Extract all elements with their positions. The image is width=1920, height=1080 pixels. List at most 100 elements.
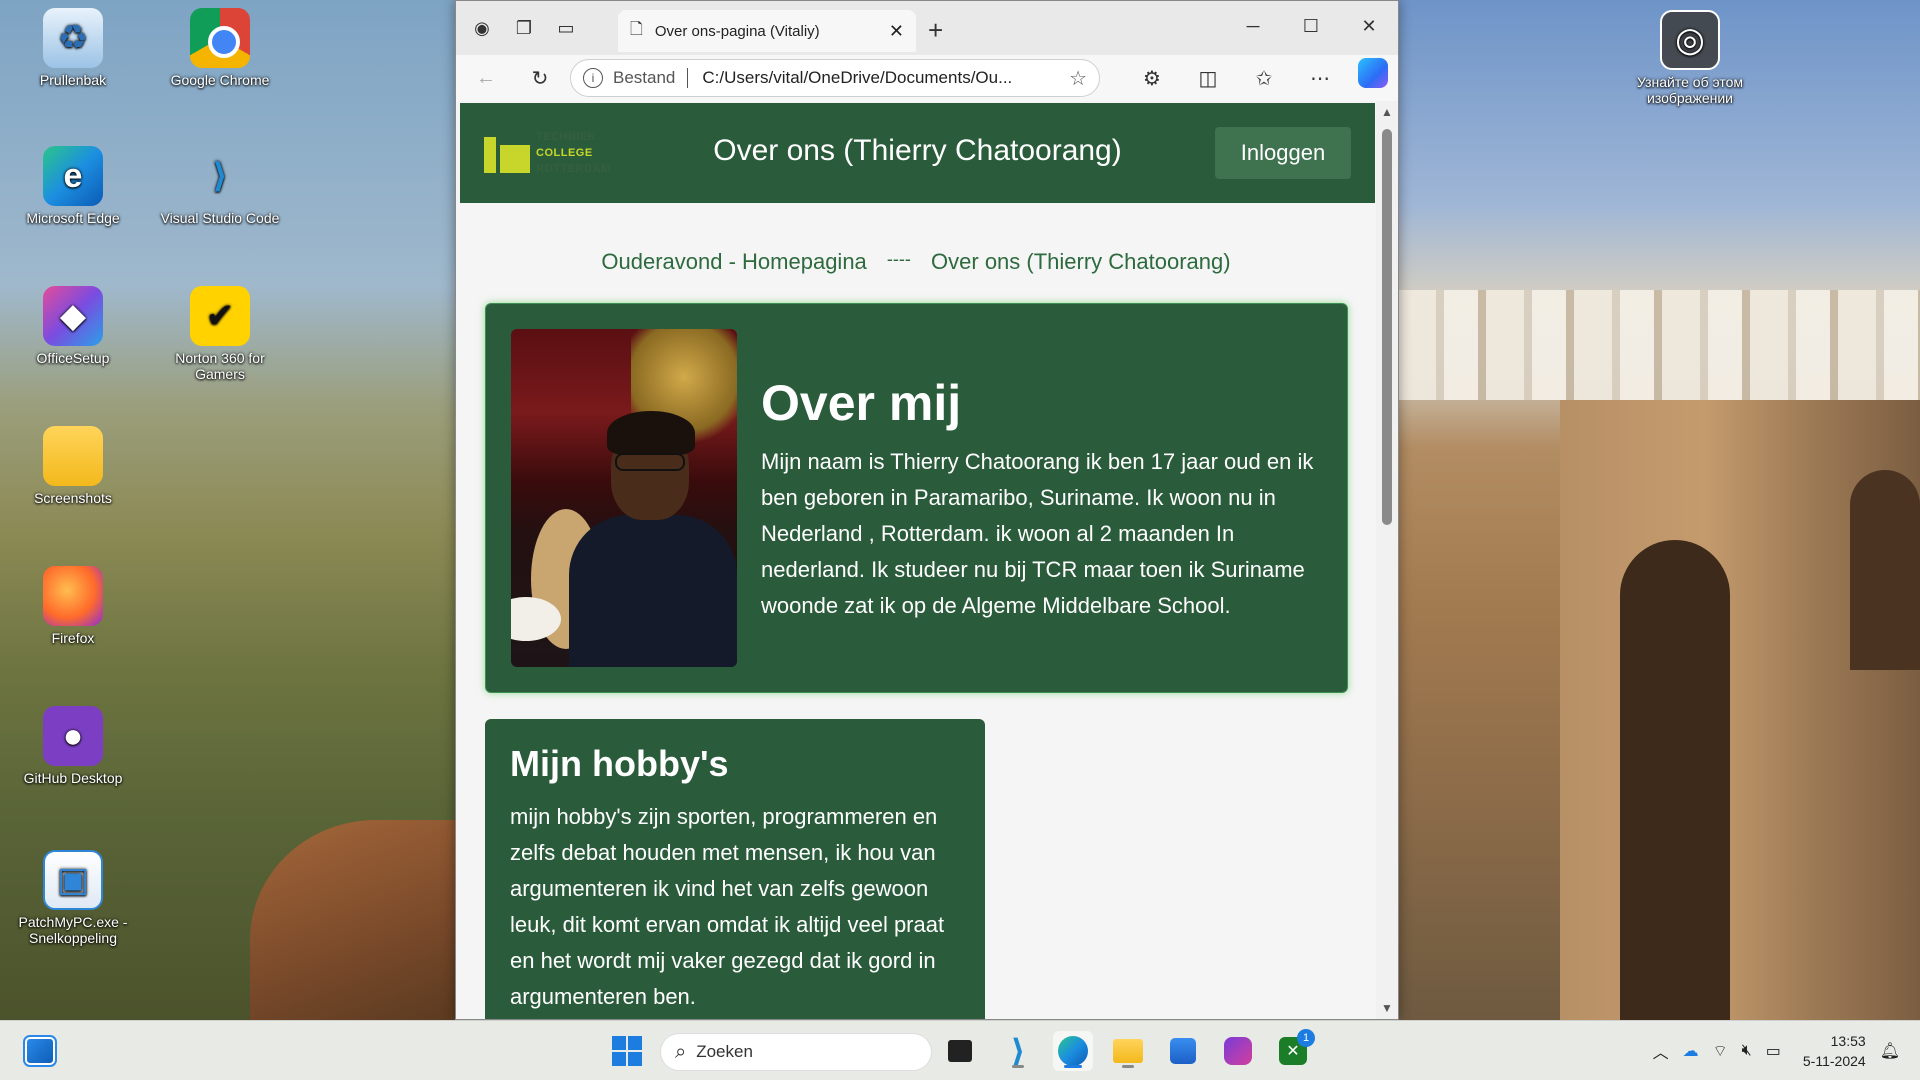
- start-button[interactable]: [607, 1031, 647, 1071]
- breadcrumb-separator: ----: [886, 249, 911, 269]
- url-text[interactable]: C:/Users/vital/OneDrive/Documents/Ou...: [702, 68, 1012, 88]
- split-screen-icon[interactable]: ◫: [1188, 58, 1228, 98]
- taskbar-app-photos[interactable]: [1218, 1031, 1258, 1071]
- breadcrumb: Ouderavond - Homepagina ---- Over ons (T…: [456, 249, 1376, 275]
- chrome-icon: [190, 8, 250, 68]
- extensions-icon[interactable]: ⚙: [1132, 58, 1172, 98]
- camera-lens-icon: ◎: [1660, 10, 1720, 70]
- scroll-down-arrow-icon[interactable]: ▼: [1381, 1001, 1393, 1015]
- taskbar-app-store[interactable]: [1163, 1031, 1203, 1071]
- new-tab-button[interactable]: +: [928, 15, 943, 46]
- desktop-icon-firefox[interactable]: Firefox: [3, 566, 143, 646]
- tab-title: Over ons-pagina (Vitaliy): [654, 22, 820, 40]
- notifications-icon[interactable]: 🔔︎: [1880, 1041, 1900, 1061]
- minimize-button[interactable]: ─: [1224, 1, 1282, 51]
- tab-actions-icon[interactable]: ▭: [550, 12, 582, 44]
- desktop-icon-patchmypc[interactable]: ▣ PatchMyPC.exe - Snelkoppeling: [3, 850, 143, 946]
- wallpaper-bridge-arch: [1620, 540, 1730, 1020]
- window-controls: ─ ☐ ✕: [1224, 1, 1398, 51]
- maximize-button[interactable]: ☐: [1282, 1, 1340, 51]
- hobby-text: mijn hobby's zijn sporten, programmeren …: [510, 804, 945, 1009]
- hobby-heading: Mijn hobby's: [510, 743, 729, 784]
- volume-muted-icon[interactable]: 🔇︎: [1742, 1042, 1752, 1060]
- login-button[interactable]: Inloggen: [1215, 127, 1351, 179]
- more-options-icon[interactable]: ⋯: [1300, 58, 1340, 98]
- clock[interactable]: 13:53 5-11-2024: [1803, 1031, 1866, 1071]
- desktop-icon-screenshots[interactable]: Screenshots: [3, 426, 143, 506]
- wallpaper-bridge-arch: [1850, 470, 1920, 670]
- norton-icon: ✔: [190, 286, 250, 346]
- widgets-button[interactable]: [20, 1031, 60, 1071]
- desktop-icon-image-info[interactable]: ◎ Узнайте об этом изображении: [1620, 10, 1760, 106]
- widgets-icon: [23, 1035, 57, 1067]
- onedrive-cloud-icon[interactable]: ☁: [1683, 1041, 1699, 1061]
- desktop-icon-label: OfficeSetup: [36, 350, 110, 366]
- desktop-icon-officesetup[interactable]: ◆ OfficeSetup: [3, 286, 143, 366]
- taskbar-app-xbox[interactable]: ✕ 1: [1273, 1029, 1315, 1071]
- search-placeholder: Zoeken: [696, 1042, 753, 1061]
- office-icon: ◆: [43, 286, 103, 346]
- taskbar: ⌕ Zoeken ⟩ ✕ 1 ︿ ☁ ⌔ 🔇︎ ▭ 13:53 5-11-202…: [0, 1020, 1920, 1080]
- scroll-up-arrow-icon[interactable]: ▲: [1381, 105, 1393, 119]
- copilot-icon[interactable]: [1358, 58, 1388, 88]
- workspaces-icon[interactable]: ❐: [508, 12, 540, 44]
- running-indicator: [1012, 1065, 1024, 1068]
- desktop-icon-label: PatchMyPC.exe - Snelkoppeling: [18, 914, 128, 946]
- windows-logo-icon: [612, 1036, 642, 1066]
- folder-icon: [1113, 1039, 1143, 1063]
- vertical-scrollbar[interactable]: ▲ ▼: [1376, 101, 1398, 1019]
- url-separator: [687, 68, 689, 88]
- folder-icon: [43, 426, 103, 486]
- taskbar-search[interactable]: ⌕ Zoeken: [660, 1033, 932, 1071]
- site-info-icon[interactable]: i: [583, 68, 603, 88]
- desktop-icon-label: Screenshots: [34, 490, 112, 506]
- tab-active[interactable]: 🗋 Over ons-pagina (Vitaliy) ✕: [618, 10, 916, 52]
- taskbar-app-edge[interactable]: [1053, 1031, 1093, 1071]
- github-icon: ●: [43, 706, 103, 766]
- desktop-icon-norton[interactable]: ✔ Norton 360 for Gamers: [150, 286, 290, 382]
- wifi-icon[interactable]: ⌔: [1713, 1041, 1728, 1061]
- document-icon: 🗋: [630, 20, 643, 38]
- vscode-icon: ⟩: [212, 157, 228, 195]
- desktop-icon-label: Firefox: [51, 630, 95, 646]
- desktop-icon-label: Узнайте об этом изображении: [1637, 74, 1743, 106]
- site-header: TECHNIEK COLLEGE ROTTERDAM Over ons (Thi…: [460, 103, 1375, 203]
- browser-window: ◉ ❐ ▭ 🗋 Over ons-pagina (Vitaliy) ✕ + ─ …: [455, 0, 1399, 1020]
- address-bar[interactable]: i Bestand C:/Users/vital/OneDrive/Docume…: [570, 59, 1100, 97]
- refresh-icon[interactable]: ↻: [520, 58, 560, 98]
- notification-badge: 1: [1297, 1029, 1315, 1047]
- desktop-icon-github-desktop[interactable]: ● GitHub Desktop: [3, 706, 143, 786]
- recycle-bin-icon: ♻: [43, 8, 103, 68]
- desktop-icon-label: GitHub Desktop: [23, 770, 123, 786]
- tab-bar: ◉ ❐ ▭ 🗋 Over ons-pagina (Vitaliy) ✕ + ─ …: [456, 1, 1398, 55]
- favorite-star-icon[interactable]: ☆: [1069, 66, 1087, 91]
- desktop-icon-recycle-bin[interactable]: ♻ Prullenbak: [3, 8, 143, 88]
- clock-time: 13:53: [1830, 1033, 1866, 1049]
- desktop-icon-vscode[interactable]: ⟩ Visual Studio Code: [150, 146, 290, 226]
- running-indicator: [1122, 1065, 1134, 1068]
- taskbar-app-task-view[interactable]: [940, 1031, 980, 1071]
- taskbar-app-file-explorer[interactable]: [1108, 1031, 1148, 1071]
- about-text: Mijn naam is Thierry Chatoorang ik ben 1…: [761, 449, 1314, 618]
- desktop-icon-edge[interactable]: e Microsoft Edge: [3, 146, 143, 226]
- desktop-icon-label: Norton 360 for Gamers: [175, 350, 265, 382]
- taskbar-app-vscode[interactable]: ⟩: [998, 1031, 1038, 1071]
- breadcrumb-current-link[interactable]: Over ons (Thierry Chatoorang): [931, 249, 1231, 274]
- battery-icon[interactable]: ▭: [1766, 1041, 1781, 1061]
- desktop-icon-label: Visual Studio Code: [160, 210, 280, 226]
- about-heading: Over mij: [761, 375, 962, 431]
- photo-glasses: [615, 453, 685, 471]
- close-window-button[interactable]: ✕: [1340, 1, 1398, 51]
- profile-icon[interactable]: ◉: [466, 12, 498, 44]
- about-card: Over mij Mijn naam is Thierry Chatoorang…: [485, 303, 1348, 693]
- chevron-up-icon[interactable]: ︿: [1653, 1039, 1669, 1063]
- desktop-icon-chrome[interactable]: Google Chrome: [150, 8, 290, 88]
- edge-icon: e: [43, 146, 103, 206]
- breadcrumb-home-link[interactable]: Ouderavond - Homepagina: [601, 249, 866, 274]
- scrollbar-thumb[interactable]: [1382, 129, 1392, 525]
- back-arrow-icon[interactable]: ←: [466, 58, 506, 98]
- close-tab-icon[interactable]: ✕: [889, 21, 904, 42]
- favorites-icon[interactable]: ✩: [1244, 58, 1284, 98]
- hobby-card: Mijn hobby's mijn hobby's zijn sporten, …: [485, 719, 985, 1019]
- store-icon: [1170, 1038, 1196, 1064]
